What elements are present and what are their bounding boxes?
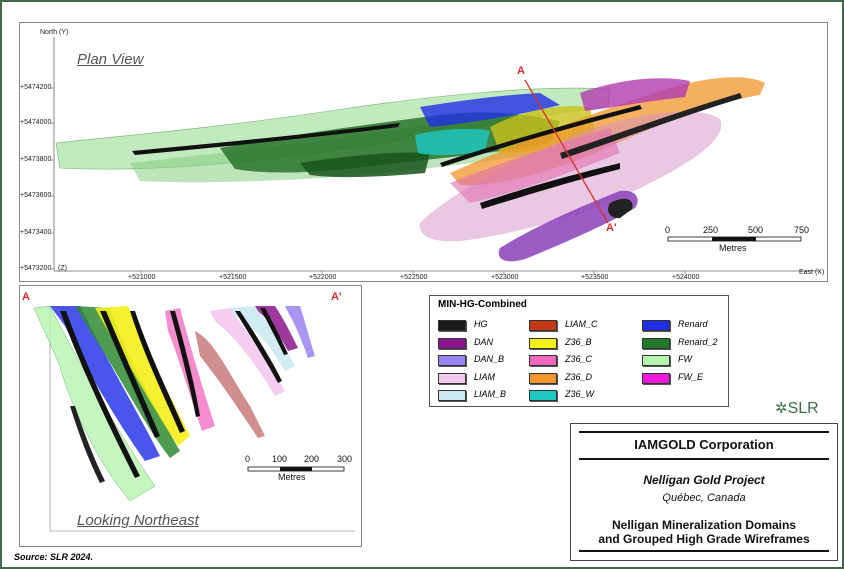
plan-scale-label: 250 xyxy=(703,225,719,235)
y-tick-label: +5473600 xyxy=(20,192,52,199)
section-left-mark: A xyxy=(22,291,30,303)
y-tick-label: +5474000 xyxy=(20,119,52,126)
legend-swatch xyxy=(529,390,557,401)
plan-view-panel: North (Y) Plan View +5474200 +5474000 +5… xyxy=(19,22,828,282)
plan-scale-unit: Metres xyxy=(719,243,747,253)
legend-swatch xyxy=(642,337,670,349)
legend-label: Z36_D xyxy=(565,371,593,382)
section-scale-label: 100 xyxy=(272,454,288,464)
legend-item: HG xyxy=(438,319,528,331)
plan-view-drawing xyxy=(51,37,820,274)
figure-title-line-2: and Grouped High Grade Wireframes xyxy=(598,532,810,546)
legend-label: FW_E xyxy=(678,371,704,382)
section-start-label: A xyxy=(517,65,525,77)
plan-scale-label: 0 xyxy=(665,225,671,235)
figure-title-line-1: Nelligan Mineralization Domains xyxy=(611,518,797,532)
slr-logo-icon: ✲ xyxy=(775,400,788,417)
y-tick-label: +5473200 xyxy=(20,265,52,272)
title-rule xyxy=(579,550,829,552)
legend-swatch xyxy=(438,372,466,384)
legend-swatch xyxy=(438,320,466,331)
legend-swatch xyxy=(438,355,466,366)
legend-item: DAN_B xyxy=(438,354,528,366)
slr-logo-text: SLR xyxy=(787,400,819,417)
project-location: Québec, Canada xyxy=(662,492,746,504)
legend-item: Z36_B xyxy=(529,337,619,349)
legend-title: MIN-HG-Combined xyxy=(438,299,527,310)
source-note: Source: SLR 2024. xyxy=(14,552,94,562)
title-rule xyxy=(579,431,829,433)
section-view-title: Looking Northeast xyxy=(77,512,199,529)
x-tick-label: +522500 xyxy=(400,274,428,281)
legend-label: LIAM xyxy=(474,371,496,382)
title-block: IAMGOLD Corporation Nelligan Gold Projec… xyxy=(570,423,838,561)
legend-label: HG xyxy=(474,319,488,329)
legend-swatch xyxy=(642,320,670,331)
z-axis-label: (Z) xyxy=(58,265,67,272)
x-tick-label: +523000 xyxy=(491,274,519,281)
section-scale-label: 0 xyxy=(245,454,251,464)
legend-swatch xyxy=(529,320,557,331)
legend-item: Z36_W xyxy=(529,389,619,401)
y-tick-label: +5473400 xyxy=(20,229,52,236)
legend-label: Z36_C xyxy=(565,354,593,364)
plan-scale-bar xyxy=(667,236,802,242)
legend-swatch xyxy=(438,337,466,349)
legend-swatch xyxy=(642,355,670,366)
legend-label: DAN xyxy=(474,336,494,347)
x-tick-label: +521000 xyxy=(128,274,156,281)
slr-logo: ✲SLR xyxy=(775,399,819,418)
legend-swatch xyxy=(438,390,466,401)
section-scale-unit: Metres xyxy=(278,472,306,482)
legend: MIN-HG-Combined HG DAN DAN_B LIAM LIAM_B LIAM… xyxy=(429,295,729,407)
section-right-mark: A' xyxy=(331,291,342,303)
project-name: Nelligan Gold Project xyxy=(643,473,765,487)
y-tick-label: +5474200 xyxy=(20,84,52,91)
y-ticks xyxy=(51,87,54,270)
legend-item: Renard xyxy=(642,319,732,331)
east-axis-label: East (X) xyxy=(799,269,825,276)
section-view-drawing xyxy=(33,305,355,532)
legend-item: DAN xyxy=(438,337,528,349)
legend-item: Z36_C xyxy=(529,354,619,366)
section-scale-label: 300 xyxy=(337,454,353,464)
legend-label: Renard xyxy=(678,319,708,329)
plan-scale-label: 750 xyxy=(794,225,810,235)
legend-item: Z36_D xyxy=(529,372,619,384)
legend-item: LIAM xyxy=(438,372,528,384)
legend-label: Renard_2 xyxy=(678,336,718,347)
section-scale-label: 200 xyxy=(304,454,320,464)
legend-item: LIAM_B xyxy=(438,389,528,401)
legend-swatch xyxy=(642,372,670,384)
legend-label: LIAM_C xyxy=(565,319,598,329)
legend-label: Z36_B xyxy=(565,336,592,347)
figure-frame: North (Y) Plan View +5474200 +5474000 +5… xyxy=(0,0,844,569)
legend-label: DAN_B xyxy=(474,354,505,364)
x-tick-label: +524000 xyxy=(672,274,700,281)
legend-label: FW xyxy=(678,354,692,364)
legend-item: LIAM_C xyxy=(529,319,619,331)
section-end-label: A' xyxy=(606,222,617,234)
title-rule xyxy=(579,458,829,460)
legend-label: Z36_W xyxy=(565,389,595,399)
section-scale-bar xyxy=(247,466,345,472)
legend-swatch xyxy=(529,372,557,384)
y-tick-label: +5473800 xyxy=(20,156,52,163)
legend-swatch xyxy=(529,355,557,366)
company-name: IAMGOLD Corporation xyxy=(634,437,774,452)
x-tick-label: +521500 xyxy=(219,274,247,281)
legend-item: FW_E xyxy=(642,372,732,384)
legend-item: FW xyxy=(642,354,732,366)
x-tick-label: +523500 xyxy=(581,274,609,281)
section-view-panel: A A' Looking Northeast 0 100 200 300 Met… xyxy=(19,285,362,547)
x-tick-label: +522000 xyxy=(309,274,337,281)
legend-label: LIAM_B xyxy=(474,389,507,399)
legend-item: Renard_2 xyxy=(642,337,732,349)
legend-swatch xyxy=(529,337,557,349)
plan-scale-label: 500 xyxy=(748,225,764,235)
